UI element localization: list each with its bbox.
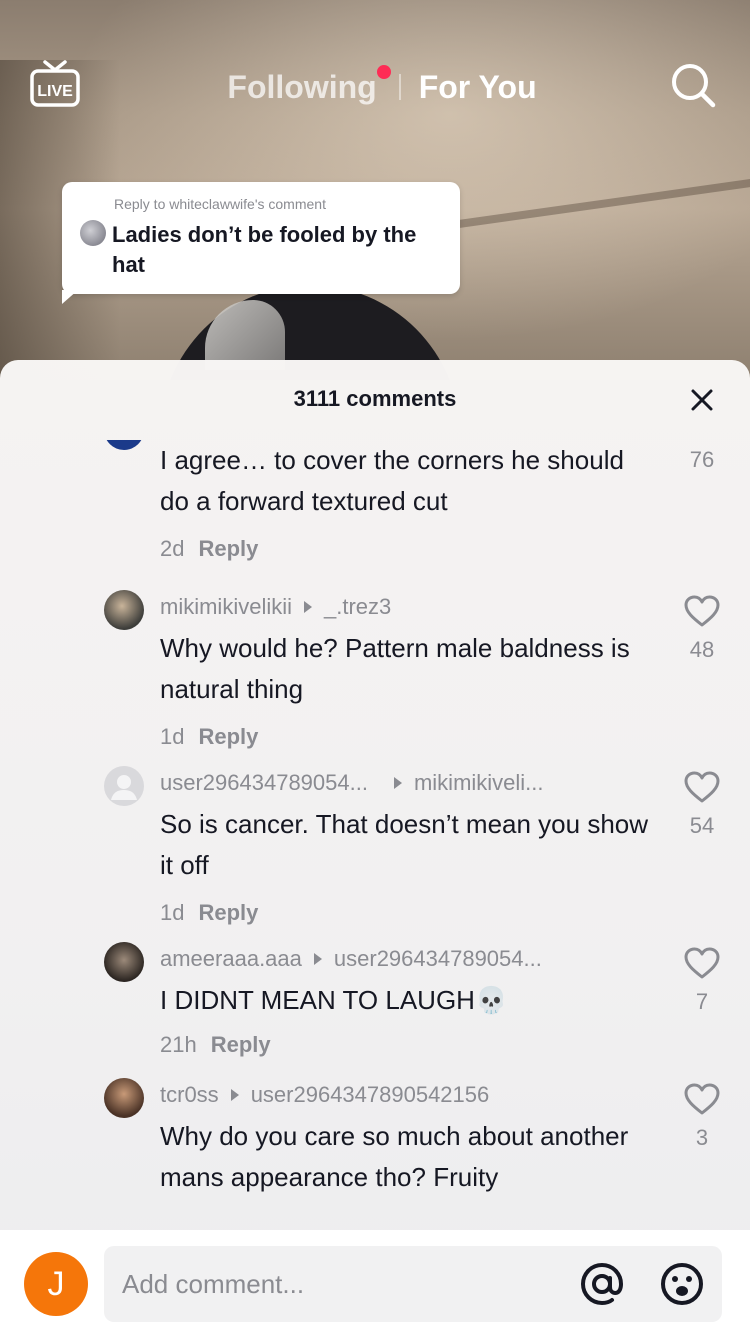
reply-button[interactable]: Reply — [198, 900, 258, 926]
comment-text: I agree… to cover the corners he should … — [160, 445, 624, 516]
reply-arrow-icon — [313, 953, 322, 965]
heart-outline-icon — [684, 595, 720, 627]
avatar[interactable] — [104, 590, 144, 630]
comment-input-container[interactable] — [104, 1246, 722, 1322]
comment-footer: 2d Reply — [160, 534, 258, 564]
comment-text: I DIDNT MEAN TO LAUGH💀 — [160, 985, 508, 1015]
avatar — [80, 220, 106, 246]
comments-header: 3111 comments — [0, 360, 750, 440]
tab-for-you[interactable]: For You — [419, 69, 537, 106]
comment-footer: 21h Reply — [160, 1030, 271, 1060]
comment-meta: tcr0ss user2964347890542156 — [160, 1080, 489, 1110]
reply-comment-sticker[interactable]: Reply to whiteclawwife's comment Ladies … — [62, 182, 460, 304]
comment-time: 21h — [160, 1032, 197, 1057]
comment-meta: user296434789054... mikimikiveli... — [160, 768, 544, 798]
comment-meta: mikimikivelikii _.trez3 — [160, 592, 391, 622]
default-user-icon — [111, 775, 137, 800]
reply-button[interactable]: Reply — [211, 1032, 271, 1058]
like-count: 48 — [689, 637, 715, 662]
avatar[interactable] — [104, 440, 144, 450]
comment-text: So is cancer. That doesn’t mean you show… — [160, 809, 649, 880]
comment-username[interactable]: user296434789054... — [160, 770, 368, 796]
comments-sheet: 3111 comments I agree… to cover the corn… — [0, 360, 750, 1334]
top-navigation: LIVE Following For You — [0, 0, 750, 170]
like-button[interactable]: 7 — [680, 946, 724, 1015]
heart-outline-icon — [684, 1083, 720, 1115]
comment-username[interactable]: tcr0ss — [160, 1082, 219, 1108]
comment-footer: 1d Reply — [160, 722, 258, 752]
like-count: 76 — [689, 447, 715, 472]
reply-target-username[interactable]: _.trez3 — [324, 594, 391, 620]
heart-outline-icon — [684, 947, 720, 979]
reply-button[interactable]: Reply — [198, 536, 258, 562]
reply-arrow-icon — [304, 601, 312, 613]
reply-arrow-icon — [230, 1089, 239, 1101]
comment-text: Why do you care so much about another ma… — [160, 1121, 629, 1192]
reply-target-username[interactable]: user2964347890542156 — [251, 1082, 490, 1108]
feed-tabs: Following For You — [0, 62, 750, 112]
comment-count: 3111 comments — [293, 386, 457, 411]
like-count: 54 — [689, 813, 715, 838]
tab-divider — [398, 74, 401, 100]
current-user-avatar[interactable]: J — [24, 1252, 88, 1316]
avatar[interactable] — [104, 1078, 144, 1118]
mention-button[interactable] — [578, 1260, 626, 1308]
comment-username[interactable]: mikimikivelikii — [160, 594, 292, 620]
close-icon — [691, 389, 713, 411]
emoji-icon — [661, 1263, 703, 1305]
search-icon — [672, 64, 716, 108]
comment-footer: 1d Reply — [160, 898, 258, 928]
reply-to-label: Reply to whiteclawwife's comment — [114, 196, 326, 212]
reply-target-username[interactable]: mikimikiveli... — [414, 770, 544, 796]
comment-username[interactable]: ameeraaa.aaa — [160, 946, 302, 972]
search-button[interactable] — [670, 62, 716, 108]
avatar[interactable] — [104, 942, 144, 982]
comment-list[interactable]: I agree… to cover the corners he should … — [0, 440, 750, 1230]
like-button[interactable]: 3 — [680, 1082, 724, 1151]
close-button[interactable] — [688, 386, 716, 414]
comment-time: 2d — [160, 536, 185, 561]
comment-meta: ameeraaa.aaa user296434789054... — [160, 944, 542, 974]
like-count: 3 — [695, 1125, 709, 1150]
comment-input-bar: J — [0, 1230, 750, 1334]
heart-outline-icon — [684, 771, 720, 803]
comment-time: 1d — [160, 900, 185, 925]
reply-sticker-text: Ladies don’t be fooled by the hat — [112, 222, 417, 277]
like-button[interactable]: 48 — [680, 594, 724, 663]
like-button[interactable]: 76 — [680, 440, 724, 473]
like-count: 7 — [695, 989, 709, 1014]
reply-target-username[interactable]: user296434789054... — [334, 946, 542, 972]
like-button[interactable]: 54 — [680, 770, 724, 839]
tab-following[interactable]: Following — [227, 64, 398, 106]
comment-time: 1d — [160, 724, 185, 749]
comment-input[interactable] — [122, 1260, 562, 1308]
avatar[interactable] — [104, 766, 144, 806]
notification-dot — [376, 64, 391, 79]
reply-button[interactable]: Reply — [198, 724, 258, 750]
comment-text: Why would he? Pattern male baldness is n… — [160, 633, 630, 704]
emoji-button[interactable] — [658, 1260, 706, 1308]
at-icon — [580, 1262, 624, 1306]
tab-following-label: Following — [227, 68, 377, 105]
reply-arrow-icon — [393, 777, 402, 789]
